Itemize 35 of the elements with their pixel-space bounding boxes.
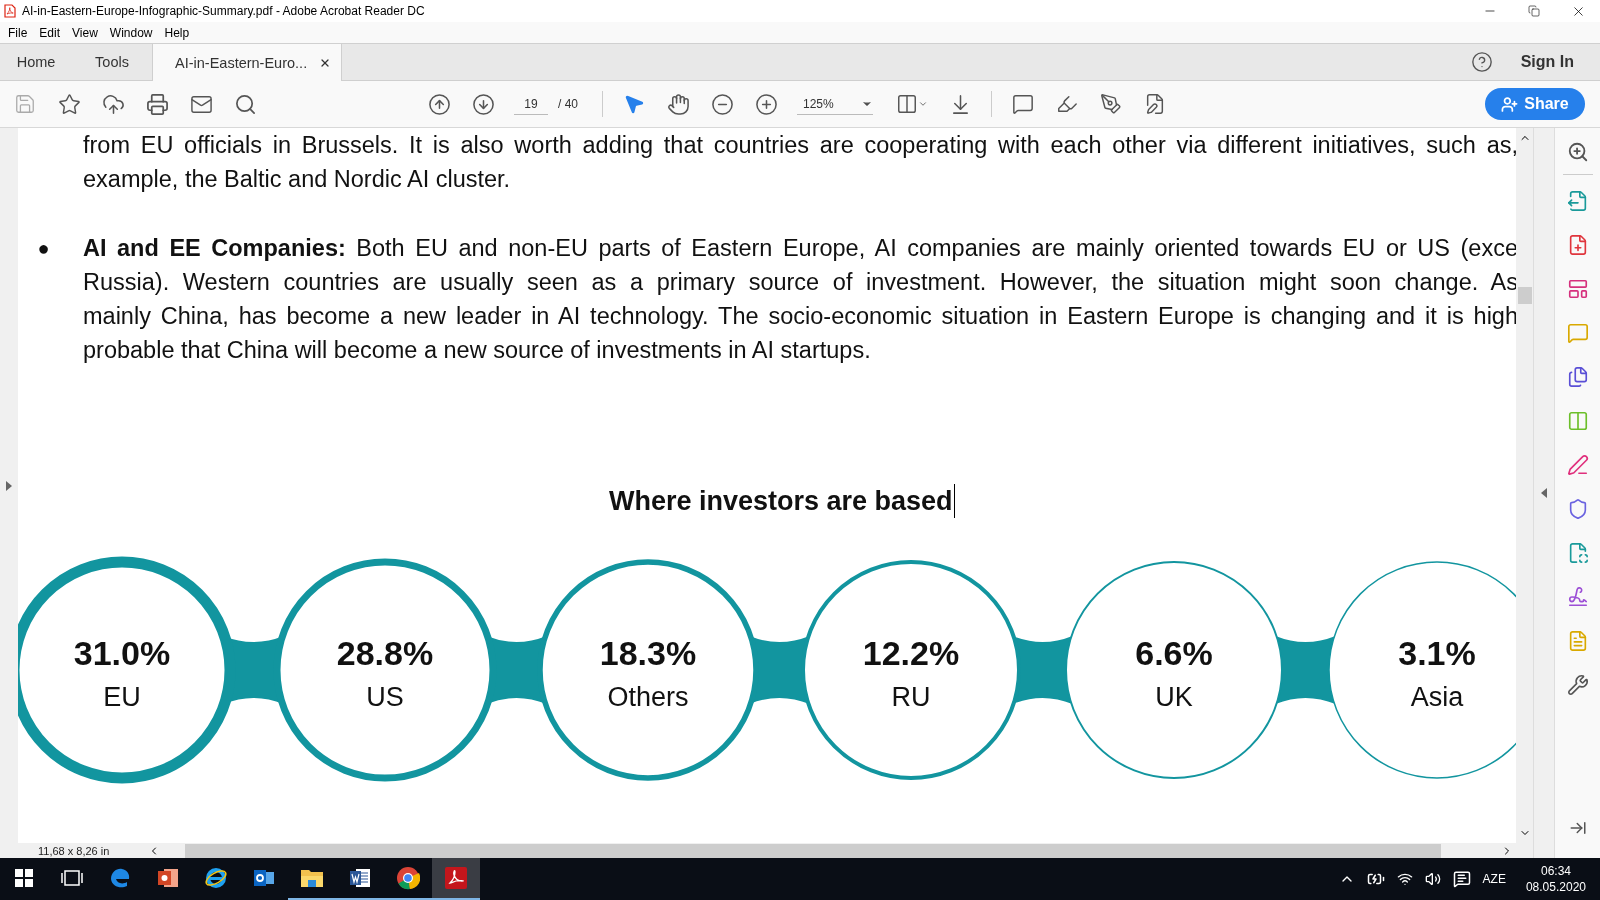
section-heading: Where investors are based: [608, 485, 953, 517]
region-label: Asia: [1410, 682, 1464, 712]
percentage: 12.2%: [862, 634, 960, 672]
paragraph-line: mainly China, has become a new leader in AI technology. The socio-economic situation in Eastern Europe is changing and it is high: [83, 302, 1516, 331]
region-label: US: [366, 682, 404, 712]
zoom-dropdown[interactable]: 125%: [797, 93, 873, 115]
menu-item[interactable]: File: [2, 25, 34, 40]
menu-item[interactable]: Edit: [33, 25, 67, 40]
paragraph-line: from EU officials in Brussels. It is also worth adding that countries are cooperating with each other via different initiatives, such as,: [83, 131, 1516, 160]
paragraph-line: probable that China will become a new source of investments in AI startups.: [83, 336, 872, 365]
sign-in-link[interactable]: Sign In: [1520, 53, 1574, 71]
menu-item[interactable]: Window: [103, 25, 159, 40]
clock[interactable]: 06:34 08.05.2020: [1525, 863, 1586, 895]
nav-tab[interactable]: Home: [0, 44, 72, 80]
region-label: EU: [103, 682, 141, 712]
page-size: 11,68 x 8,26 in: [37, 844, 111, 857]
menu-item[interactable]: View: [66, 25, 104, 40]
menu-item[interactable]: Help: [158, 25, 196, 40]
bullet: ●: [37, 236, 50, 261]
page-count: / 40: [558, 97, 578, 111]
document-tab[interactable]: AI-in-Eastern-Euro...: [152, 44, 342, 81]
region-label: UK: [1155, 682, 1193, 712]
paragraph-line: example, the Baltic and Nordic AI cluster.: [83, 165, 512, 194]
language-indicator[interactable]: AZE: [1482, 872, 1506, 886]
region-label: Others: [607, 682, 689, 712]
share-button[interactable]: Share: [1485, 88, 1585, 120]
window-title: AI-in-Eastern-Europe-Infographic-Summary.pdf - Adobe Acrobat Reader DC: [22, 4, 426, 18]
region-label: RU: [891, 682, 931, 712]
page-number-field[interactable]: 19: [514, 93, 548, 115]
percentage: 6.6%: [1135, 634, 1213, 672]
percentage: 18.3%: [599, 634, 697, 672]
percentage: 31.0%: [73, 634, 171, 672]
percentage: 3.1%: [1398, 634, 1476, 672]
nav-tab[interactable]: Tools: [72, 44, 152, 80]
percentage: 28.8%: [336, 634, 434, 672]
